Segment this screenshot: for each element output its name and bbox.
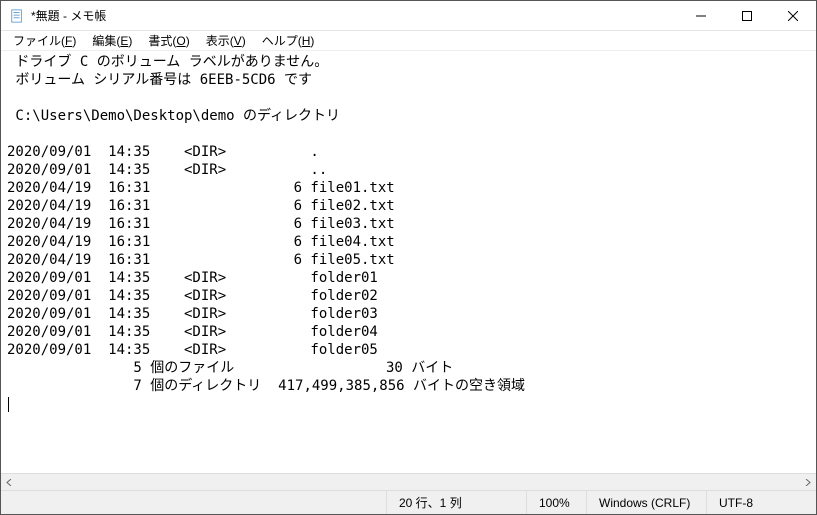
status-zoom: 100% [526, 491, 586, 514]
status-encoding: UTF-8 [706, 491, 816, 514]
menu-format[interactable]: 書式(O) [140, 31, 197, 50]
maximize-icon [742, 11, 752, 21]
maximize-button[interactable] [724, 1, 770, 31]
scroll-right-button[interactable] [799, 474, 816, 490]
chevron-left-icon [6, 479, 13, 486]
menu-edit[interactable]: 編集(E) [84, 31, 140, 50]
chevron-right-icon [804, 479, 811, 486]
menu-file[interactable]: ファイル(F) [5, 31, 84, 50]
text-content: ドライブ C のボリューム ラベルがありません。 ボリューム シリアル番号は 6… [7, 54, 525, 394]
minimize-icon [696, 11, 706, 21]
caret [8, 397, 9, 412]
notepad-icon [9, 8, 25, 24]
statusbar: 20 行、1 列 100% Windows (CRLF) UTF-8 [1, 490, 816, 514]
text-area[interactable]: ドライブ C のボリューム ラベルがありません。 ボリューム シリアル番号は 6… [1, 51, 816, 473]
close-button[interactable] [770, 1, 816, 31]
horizontal-scrollbar[interactable] [1, 473, 816, 490]
status-position: 20 行、1 列 [386, 491, 526, 514]
status-eol: Windows (CRLF) [586, 491, 706, 514]
close-icon [788, 11, 798, 21]
statusbar-spacer [1, 491, 386, 514]
scroll-left-button[interactable] [1, 474, 18, 490]
minimize-button[interactable] [678, 1, 724, 31]
menubar: ファイル(F) 編集(E) 書式(O) 表示(V) ヘルプ(H) [1, 31, 816, 51]
window-title: *無題 - メモ帳 [31, 7, 106, 24]
scroll-track[interactable] [18, 474, 799, 490]
menu-view[interactable]: 表示(V) [198, 31, 254, 50]
titlebar: *無題 - メモ帳 [1, 1, 816, 31]
menu-help[interactable]: ヘルプ(H) [254, 31, 323, 50]
